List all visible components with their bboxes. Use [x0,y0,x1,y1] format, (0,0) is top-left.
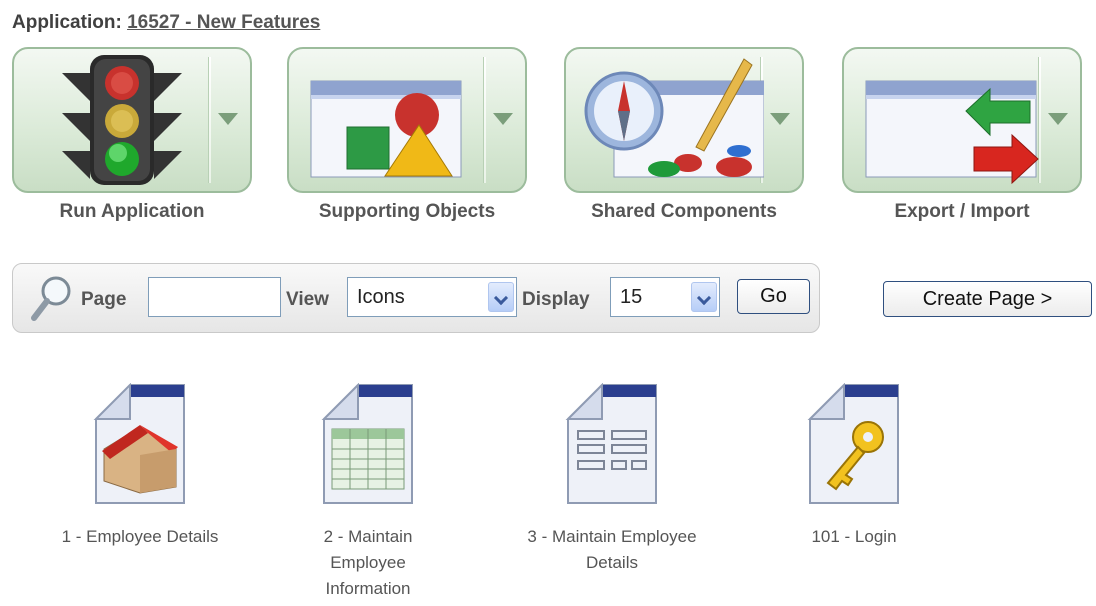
chevron-down-icon[interactable] [770,113,790,125]
page-caption[interactable]: 2 - Maintain Employee Information [303,524,433,602]
form-page-icon[interactable] [562,382,662,505]
run-application-tile[interactable] [12,47,252,193]
page-caption[interactable]: 101 - Login [749,524,959,550]
page-caption[interactable]: 3 - Maintain Employee Details [522,524,702,576]
create-page-button[interactable]: Create Page > [883,281,1092,317]
tile-label[interactable]: Run Application [2,201,262,223]
page-search-bar: Page View Icons Display 15 Go [12,263,820,333]
view-select-value: Icons [357,286,405,308]
page-caption[interactable]: 1 - Employee Details [35,524,245,550]
compass-brush-icon [584,58,764,178]
application-heading: Application: 16527 - New Features [12,12,320,34]
chevron-down-icon[interactable] [1048,113,1068,125]
grid-page-icon[interactable] [318,382,418,505]
page-label: Page [81,289,127,310]
display-label: Display [522,289,590,310]
chevron-down-icon[interactable] [488,282,514,312]
shared-components-tile[interactable] [564,47,804,193]
traffic-light-icon [62,55,182,185]
tile-label[interactable]: Export / Import [832,201,1092,223]
export-import-tile[interactable] [842,47,1082,193]
search-icon [31,276,71,321]
page-search-input[interactable] [148,277,281,317]
supporting-objects-tile[interactable] [287,47,527,193]
display-select-value: 15 [620,286,643,308]
page-item[interactable]: 101 - Login [749,382,959,550]
tile-label[interactable]: Supporting Objects [277,201,537,223]
display-select[interactable]: 15 [610,277,720,317]
chevron-down-icon[interactable] [218,113,238,125]
house-page-icon[interactable] [90,382,190,505]
shapes-icon [310,80,462,178]
chevron-down-icon[interactable] [691,282,717,312]
application-link[interactable]: 16527 - New Features [127,12,320,33]
page-item[interactable]: 3 - Maintain Employee Details [507,382,717,576]
page-item[interactable]: 2 - Maintain Employee Information [263,382,473,602]
export-import-arrows-icon [865,80,1039,185]
key-page-icon[interactable] [804,382,904,505]
view-select[interactable]: Icons [347,277,517,317]
chevron-down-icon[interactable] [493,113,513,125]
view-label: View [286,289,329,310]
application-label: Application: [12,12,122,33]
go-button[interactable]: Go [737,279,810,314]
tile-label[interactable]: Shared Components [554,201,814,223]
page-item[interactable]: 1 - Employee Details [35,382,245,550]
